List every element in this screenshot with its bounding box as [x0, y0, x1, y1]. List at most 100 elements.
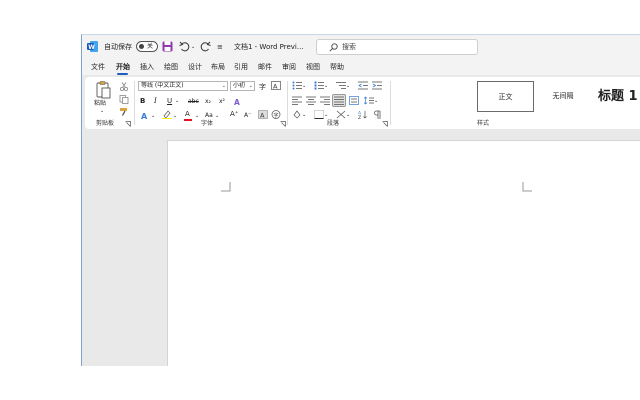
multilevel-list-icon[interactable] [336, 81, 346, 90]
text-effects-color-icon[interactable]: A [140, 111, 150, 120]
strikethrough-button[interactable]: abc [188, 97, 199, 106]
phonetic-guide-icon[interactable]: 字 [258, 81, 268, 90]
redo-icon[interactable] [200, 41, 211, 52]
grow-font-button[interactable]: A⁺ [230, 110, 238, 119]
separator [390, 81, 391, 125]
enclose-characters-icon[interactable]: 字 [271, 110, 281, 119]
chinese-layout-icon[interactable] [336, 110, 346, 119]
superscript-button[interactable]: x² [219, 97, 225, 106]
autosave-state: 关 [147, 43, 154, 50]
chevron-down-icon[interactable]: ⌄ [324, 111, 328, 120]
sort-icon[interactable]: A Z [358, 110, 368, 119]
chevron-down-icon[interactable]: ⌄ [302, 111, 306, 120]
shrink-font-button[interactable]: A⁻ [244, 111, 251, 120]
copy-icon[interactable] [119, 95, 129, 104]
numbering-icon[interactable] [314, 81, 324, 90]
svg-text:A: A [234, 98, 240, 106]
active-tab-indicator [117, 73, 128, 75]
search-icon [329, 43, 338, 52]
chevron-down-icon[interactable]: ⌄ [215, 112, 219, 121]
customize-qat-icon[interactable]: ≡ [217, 42, 223, 52]
paste-dropdown-icon[interactable]: ⌄ [100, 107, 104, 116]
font-name-dropdown[interactable]: 等线 (中文正文) ⌄ [138, 81, 228, 91]
font-group-label: 字体 [201, 120, 214, 127]
tab-review[interactable]: 审阅 [282, 62, 296, 72]
clipboard-launcher-icon[interactable] [125, 121, 131, 127]
line-spacing-icon[interactable] [364, 96, 374, 105]
word-app-icon: W [87, 41, 98, 52]
chevron-down-icon[interactable]: ⌄ [151, 112, 155, 121]
chevron-down-icon[interactable]: ⌄ [324, 82, 328, 91]
ribbon: 粘贴 ⌄ 剪贴板 等线 (中文正文) ⌄ 小初 ⌄ 字 A B I U ⌄ ab… [85, 77, 640, 129]
cut-icon[interactable] [119, 82, 129, 91]
text-effects-icon[interactable]: A [233, 97, 243, 106]
chevron-down-icon[interactable]: ⌄ [374, 97, 378, 106]
show-paragraph-marks-icon[interactable] [372, 110, 382, 119]
svg-text:A: A [273, 83, 278, 91]
bullets-icon[interactable] [292, 81, 302, 90]
change-case-button[interactable]: Aa [205, 111, 213, 120]
align-left-icon[interactable] [292, 96, 302, 105]
ribbon-tabs: 文件 开始 插入 绘图 设计 布局 引用 邮件 审阅 视图 帮助 [82, 59, 640, 75]
align-center-icon[interactable] [306, 96, 316, 105]
borders-icon[interactable] [314, 110, 324, 119]
chevron-down-icon[interactable]: ⌄ [195, 112, 199, 121]
distributed-icon[interactable] [349, 96, 359, 105]
font-name-value: 等线 (中文正文) [141, 82, 184, 89]
tab-draw[interactable]: 绘图 [164, 62, 178, 72]
format-painter-icon[interactable] [119, 107, 129, 116]
underline-dropdown-icon[interactable]: ⌄ [175, 97, 179, 106]
svg-text:字: 字 [259, 82, 266, 90]
subscript-button[interactable]: x₂ [205, 97, 211, 106]
font-size-value: 小初 [233, 82, 246, 89]
character-border-icon[interactable]: A [271, 81, 281, 90]
search-placeholder: 搜索 [342, 43, 356, 51]
font-size-dropdown[interactable]: 小初 ⌄ [230, 81, 255, 91]
shading-icon[interactable] [292, 110, 302, 119]
undo-dropdown-icon[interactable]: ⌄ [191, 42, 195, 52]
align-right-icon[interactable] [320, 96, 330, 105]
style-no-spacing[interactable]: 无间隔 [537, 81, 589, 112]
justify-button[interactable] [332, 94, 346, 107]
underline-button[interactable]: U [167, 97, 172, 106]
chevron-down-icon[interactable]: ⌄ [346, 82, 350, 91]
tab-design[interactable]: 设计 [188, 62, 202, 72]
clear-formatting-icon[interactable]: A [258, 110, 268, 119]
font-color-bar [184, 119, 192, 121]
highlight-icon[interactable] [162, 110, 172, 119]
bold-button[interactable]: B [140, 97, 145, 106]
autosave-label: 自动保存 [104, 43, 132, 51]
autosave-toggle[interactable]: 关 [136, 41, 158, 52]
tab-home[interactable]: 开始 [116, 62, 130, 72]
tab-file[interactable]: 文件 [91, 62, 105, 72]
tab-mailings[interactable]: 邮件 [258, 62, 272, 72]
separator [287, 81, 288, 125]
font-launcher-icon[interactable] [280, 121, 286, 127]
margin-corner-top-right [522, 182, 532, 192]
font-color-button[interactable]: A [185, 110, 190, 119]
chevron-down-icon[interactable]: ⌄ [302, 82, 306, 91]
tab-layout[interactable]: 布局 [211, 62, 225, 72]
tab-view[interactable]: 视图 [306, 62, 320, 72]
document-page[interactable] [167, 140, 640, 366]
tab-references[interactable]: 引用 [234, 62, 248, 72]
svg-text:A: A [260, 112, 265, 120]
chevron-down-icon[interactable]: ⌄ [346, 111, 350, 120]
decrease-indent-icon[interactable] [358, 81, 368, 90]
title-bar: W 自动保存 关 ⌄ ≡ 文档1 - Word Previ... 搜索 [82, 35, 640, 59]
paragraph-launcher-icon[interactable] [382, 121, 388, 127]
style-heading-1[interactable]: 标题 1 [593, 81, 640, 112]
tab-help[interactable]: 帮助 [330, 62, 344, 72]
italic-button[interactable]: I [154, 97, 157, 106]
chevron-down-icon[interactable]: ⌄ [173, 112, 177, 121]
style-normal[interactable]: 正文 [477, 81, 534, 112]
svg-text:W: W [88, 44, 95, 51]
save-icon[interactable] [162, 41, 173, 52]
toggle-knob [139, 44, 144, 49]
search-box[interactable]: 搜索 [316, 39, 478, 55]
separator [134, 81, 135, 125]
tab-insert[interactable]: 插入 [140, 62, 154, 72]
paste-icon[interactable] [96, 81, 112, 99]
undo-icon[interactable] [179, 41, 190, 52]
increase-indent-icon[interactable] [372, 81, 382, 90]
